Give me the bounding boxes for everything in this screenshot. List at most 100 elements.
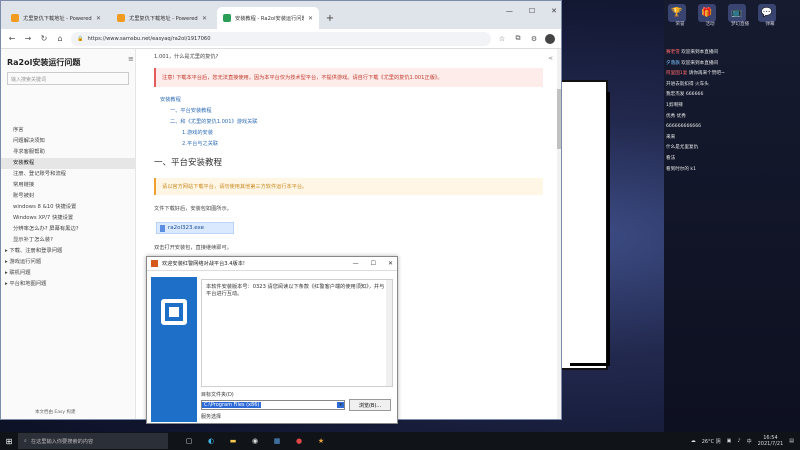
sidebar-item[interactable]: 分辨率怎么办? 屏幕有黑边? <box>1 224 135 235</box>
scrollbar-thumb[interactable] <box>557 89 561 149</box>
chevron-down-icon[interactable]: ▾ <box>337 402 344 408</box>
volume-icon[interactable]: ♪ <box>737 438 740 444</box>
new-tab-button[interactable]: + <box>323 11 337 25</box>
toc-link[interactable]: 2.平台与之关联 <box>160 139 547 150</box>
favicon-icon <box>11 14 19 22</box>
sidebar-item[interactable]: 显示补丁怎么装? <box>1 235 135 246</box>
search-icon: ⌕ <box>24 437 27 444</box>
chat-message: 优秀 优秀 <box>666 112 798 123</box>
dialog-title: 欢迎安装红警网络对战平台3.4版本! <box>162 261 245 267</box>
chat-message: 666666666666 <box>666 122 798 133</box>
sidebar-item[interactable]: 问题解决须知 <box>1 136 135 147</box>
extensions-icon[interactable]: ⚙ <box>529 35 539 43</box>
maximize-button[interactable]: ☐ <box>371 260 376 267</box>
tab-title: 尤里复仇下载地址 - Powered by <box>129 15 198 22</box>
toc-link[interactable]: 一、平台安装教程 <box>160 106 547 117</box>
desktop-window-shadow <box>570 92 610 366</box>
address-bar[interactable]: 🔒 https://www.samsbu.net/easyaq/ra2ol/19… <box>71 31 491 46</box>
weather-text[interactable]: 26°C 阴 <box>702 438 721 445</box>
refresh-button[interactable]: ↻ <box>39 34 49 43</box>
sidebar-item[interactable]: 注册、登记账号和流程 <box>1 169 135 180</box>
task-view-icon[interactable]: ▢ <box>184 436 194 446</box>
star-icon[interactable]: ☆ <box>497 35 507 43</box>
chat-message: 夕落旗 欢迎来到本直播间 <box>666 59 798 70</box>
chat-text: 开进去就扣得 火车头 <box>666 81 709 87</box>
sidebar-item[interactable]: ▸ 联机问题 <box>1 268 135 279</box>
toc-link[interactable]: 安装教程 <box>160 95 547 106</box>
file-item[interactable]: ra2ol323.exe <box>156 222 234 234</box>
browser-tab[interactable]: 尤里复仇下载地址 - Powered by ✕ <box>111 7 213 29</box>
clock[interactable]: 16:54 2021/7/21 <box>758 435 784 447</box>
home-button[interactable]: ⌂ <box>55 34 65 43</box>
sidebar-item[interactable]: 序言 <box>1 125 135 136</box>
collections-icon[interactable]: ⧉ <box>513 34 523 43</box>
share-icon[interactable]: ⋖ <box>548 55 553 62</box>
browser-tab[interactable]: 尤里复仇下载地址 - Powered by ✕ <box>5 7 107 29</box>
sidebar-item[interactable]: 安装教程 <box>1 158 135 169</box>
install-path-select[interactable]: C:\Program Files (x86) ▾ <box>201 400 345 410</box>
sidebar-item[interactable]: ▸ 下载、注册和登录问题 <box>1 246 135 257</box>
close-button[interactable]: ✕ <box>551 7 557 15</box>
stream-tool-caption: 活动 <box>705 22 715 27</box>
trophy-icon: 🏆 <box>668 4 686 22</box>
profile-icon[interactable] <box>545 33 555 44</box>
explorer-icon[interactable]: ▬ <box>228 436 238 446</box>
network-icon[interactable]: ▣ <box>727 438 732 444</box>
sidebar-item[interactable]: 常用链接 <box>1 180 135 191</box>
stream-tool[interactable]: 🏆 荣誉 <box>668 4 692 44</box>
edge-icon[interactable]: ◐ <box>206 436 216 446</box>
tab-close-icon[interactable]: ✕ <box>202 15 207 22</box>
browser-tab-active[interactable]: 安装教程 - Ra2ol安装运行问题 ✕ <box>217 7 319 29</box>
toc-link[interactable]: 二、和《尤里的复仇1.001》游戏关联 <box>160 117 547 128</box>
game-icon[interactable]: ● <box>294 436 304 446</box>
chat-message: 1剪啊辣 <box>666 101 798 112</box>
minimize-button[interactable]: — <box>353 260 359 267</box>
chat-text: 看法 <box>666 155 676 161</box>
license-body: 本软件安装版本号：0323 请您阅读以下条款《红警客户端的使用须知》，并与平台进… <box>206 284 385 297</box>
back-button[interactable]: ← <box>7 34 17 43</box>
scrollbar[interactable] <box>557 49 561 419</box>
notification-icon[interactable]: ▤ <box>789 438 794 444</box>
service-option[interactable]: 服务选择 <box>201 413 221 420</box>
search-placeholder: 在这里输入你要搜索的内容 <box>30 438 94 445</box>
taskbar-search-input[interactable]: ⌕ 在这里输入你要搜索的内容 <box>18 433 168 449</box>
tab-close-icon[interactable]: ✕ <box>96 15 101 22</box>
forward-button[interactable]: → <box>23 34 33 43</box>
store-icon[interactable]: ▦ <box>272 436 282 446</box>
chat-text: 666666666666 <box>666 124 702 130</box>
license-scrollbar[interactable] <box>386 280 392 386</box>
input-lang[interactable]: 中 <box>747 438 752 445</box>
tab-close-icon[interactable]: ✕ <box>308 15 313 22</box>
sidebar-item[interactable]: ▸ 平台和地图问题 <box>1 279 135 290</box>
sidebar-search-input[interactable]: 输入搜索关键词 <box>7 72 129 85</box>
chat-username[interactable]: 阿里国1复 <box>666 71 687 76</box>
minimize-button[interactable]: — <box>506 7 513 15</box>
favicon-icon <box>117 14 125 22</box>
chat-message: 开进去就扣得 火车头 <box>666 80 798 91</box>
sidebar-item[interactable]: 寻求客服帮助 <box>1 147 135 158</box>
maximize-button[interactable]: ☐ <box>529 7 535 15</box>
doc-sidebar: Ra2ol安装运行问题 输入搜索关键词 序言 问题解决须知 寻求客服帮助 安装教程 注册… <box>1 49 136 419</box>
chat-username[interactable]: 赛老雪 <box>666 50 680 55</box>
chat-list: 赛老雪 欢迎来到本直播间 夕落旗 欢迎来到本直播间 阿里国1复 请你再来个赞吧~ 开… <box>666 48 798 175</box>
install-path-value: C:\Program Files (x86) <box>202 402 262 408</box>
stream-tool[interactable]: 📺 梦幻直播 <box>728 4 752 44</box>
red-alert-icon[interactable]: ★ <box>316 436 326 446</box>
stream-tool[interactable]: 💬 弹幕 <box>758 4 782 44</box>
sidebar-item[interactable]: ▸ 游戏运行问题 <box>1 257 135 268</box>
sidebar-item[interactable]: windows 8 &10 快捷设置 <box>1 202 135 213</box>
sidebar-item[interactable]: Windows XP/7 快捷设置 <box>1 213 135 224</box>
windows-start-icon[interactable]: ⊞ <box>0 437 18 446</box>
chrome-icon[interactable]: ◉ <box>250 436 260 446</box>
browser-toolbar: ← → ↻ ⌂ 🔒 https://www.samsbu.net/easyaq/… <box>1 29 561 49</box>
system-tray: ☁ 26°C 阴 ▣ ♪ 中 16:54 2021/7/21 ▤ <box>691 435 800 447</box>
toc-link[interactable]: 1.游戏的安装 <box>160 128 547 139</box>
warning-box: 注意! 下载本平台后，您无法直接使用，因为本平台仅为技术型平台，不提供游戏。请自… <box>154 68 543 87</box>
chat-username[interactable]: 夕落旗 <box>666 61 680 66</box>
stream-tool[interactable]: 🎁 活动 <box>698 4 722 44</box>
menu-icon[interactable]: ≡ <box>128 55 134 63</box>
browse-button[interactable]: 浏览(B)... <box>349 399 391 411</box>
chat-message: 看法 <box>666 154 798 165</box>
close-button[interactable]: ✕ <box>388 260 393 267</box>
sidebar-item[interactable]: 账号被封 <box>1 191 135 202</box>
